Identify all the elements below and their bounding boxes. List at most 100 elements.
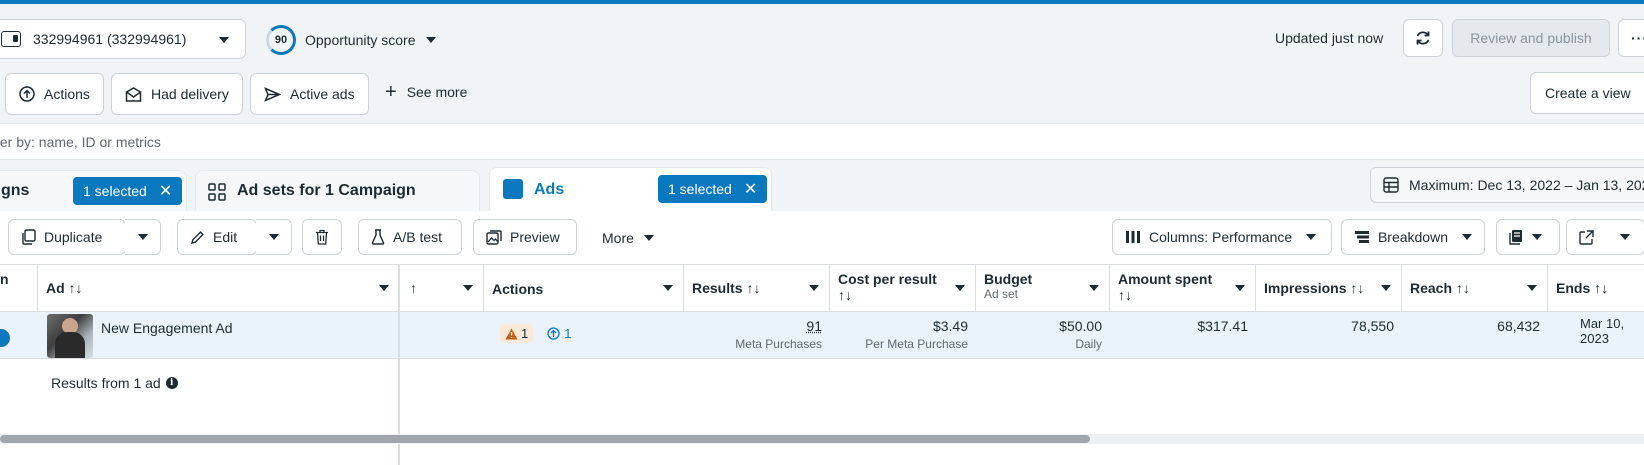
cell-cost-per-result: $3.49 Per Meta Purchase — [830, 312, 976, 358]
results-summary: Results from 1 ad i — [51, 375, 178, 391]
header-impressions-label: Impressions ↑↓ — [1264, 280, 1364, 296]
chevron-down-icon — [269, 234, 279, 240]
review-publish-button[interactable]: Review and publish — [1452, 19, 1610, 57]
reports-icon — [1509, 229, 1524, 245]
chevron-down-icon[interactable] — [1089, 285, 1099, 291]
more-actions-button[interactable]: More — [602, 230, 654, 246]
edit-button[interactable]: Edit — [177, 219, 257, 255]
date-range-picker[interactable]: Maximum: Dec 13, 2022 – Jan 13, 2023 — [1370, 167, 1644, 203]
score-ring: 90 — [266, 25, 296, 55]
warning-icon — [505, 328, 518, 340]
export-dropdown[interactable] — [1605, 219, 1644, 255]
breakdown-icon — [1354, 230, 1370, 244]
chevron-down-icon — [1620, 234, 1630, 240]
more-label: More — [602, 230, 634, 246]
updated-status: Updated just now — [1275, 30, 1383, 46]
chevron-down-icon — [1532, 234, 1542, 240]
header-results-label: Results ↑↓ — [692, 280, 760, 296]
header-reach-label: Reach ↑↓ — [1410, 280, 1470, 296]
cell-ends: Mar 10, 2023 — [1572, 312, 1644, 358]
grid-icon — [208, 183, 226, 201]
flask-icon — [371, 229, 385, 245]
action-badge[interactable]: 1 — [547, 326, 571, 341]
export-button[interactable] — [1566, 219, 1606, 255]
filter-chip-active-ads[interactable]: Active ads — [250, 73, 369, 115]
calendar-table-icon — [1383, 177, 1399, 193]
warning-badge[interactable]: 1 — [500, 324, 533, 343]
header-amount-label: Amount spent — [1118, 271, 1212, 287]
refresh-icon — [1414, 29, 1432, 47]
date-range-label: Maximum: Dec 13, 2022 – Jan 13, 2023 — [1409, 177, 1644, 193]
columns-button[interactable]: Columns: Performance — [1112, 219, 1332, 255]
delete-button[interactable] — [302, 219, 342, 255]
see-more-button[interactable]: + See more — [385, 82, 467, 102]
tab-campaigns-label: gns — [1, 182, 29, 200]
image-icon — [486, 230, 502, 245]
reports-button[interactable] — [1496, 219, 1560, 255]
actions-badges: 1 1 — [500, 324, 571, 343]
header-budget-label: Budget — [984, 271, 1032, 287]
chevron-down-icon[interactable] — [809, 285, 819, 291]
cell-amount-spent: $317.41 — [1110, 312, 1256, 358]
info-icon[interactable]: i — [166, 377, 178, 389]
tab-ads-label: Ads — [534, 181, 564, 199]
filter-chip-had-delivery[interactable]: Had delivery — [111, 73, 243, 115]
header-partial-col[interactable]: ↑ — [402, 265, 484, 311]
close-icon[interactable]: ✕ — [744, 179, 757, 199]
filter-chip-actions[interactable]: Actions — [5, 73, 104, 115]
opportunity-score[interactable]: 90 Opportunity score — [266, 25, 436, 55]
search-placeholder: ter by: name, ID or metrics — [0, 134, 161, 150]
edit-label: Edit — [213, 229, 237, 245]
duplicate-button[interactable]: Duplicate — [8, 219, 126, 255]
breakdown-label: Breakdown — [1378, 229, 1448, 245]
duplicate-dropdown[interactable] — [125, 219, 161, 255]
cell-budget[interactable]: $50.00 Daily — [976, 312, 1110, 358]
columns-icon — [1125, 230, 1141, 244]
chevron-down-icon — [1462, 234, 1472, 240]
chevron-down-icon — [644, 235, 654, 241]
more-options-button[interactable]: ··· — [1618, 19, 1644, 57]
ab-test-button[interactable]: A/B test — [358, 219, 462, 255]
header-cost-per-result[interactable]: Cost per result ↑↓ — [830, 265, 976, 311]
tab-adsets[interactable]: Ad sets for 1 Campaign — [195, 170, 480, 211]
horizontal-scrollbar-thumb[interactable] — [0, 435, 1090, 443]
chevron-down-icon — [219, 37, 229, 43]
chip-label: Had delivery — [151, 86, 229, 102]
create-view-button[interactable]: Create a view — [1530, 72, 1644, 114]
account-label: 332994961 (332994961) — [33, 31, 186, 47]
header-reach[interactable]: Reach ↑↓ — [1402, 265, 1548, 311]
header-actions-label: Actions — [492, 281, 543, 297]
pencil-icon — [190, 230, 205, 245]
chip-label: Actions — [44, 86, 90, 102]
header-ends-label: Ends ↑↓ — [1556, 280, 1608, 296]
edit-dropdown[interactable] — [256, 219, 292, 255]
chevron-down-icon[interactable] — [1381, 285, 1391, 291]
chevron-down-icon[interactable] — [1527, 285, 1537, 291]
columns-label: Columns: Performance — [1149, 229, 1292, 245]
breakdown-button[interactable]: Breakdown — [1341, 219, 1485, 255]
chevron-down-icon[interactable] — [955, 285, 965, 291]
preview-button[interactable]: Preview — [473, 219, 577, 255]
chevron-down-icon[interactable] — [1235, 285, 1245, 291]
selected-label: 1 selected — [83, 183, 147, 199]
account-icon — [1, 31, 21, 47]
see-more-label: See more — [407, 84, 468, 100]
close-icon[interactable]: ✕ — [159, 181, 172, 201]
header-actions[interactable]: Actions — [484, 265, 684, 311]
header-amount-spent[interactable]: Amount spent ↑↓ — [1110, 265, 1256, 311]
refresh-button[interactable] — [1403, 19, 1443, 57]
header-results[interactable]: Results ↑↓ — [684, 265, 830, 311]
campaigns-selected-pill[interactable]: 1 selected ✕ — [73, 177, 182, 205]
chevron-down-icon — [138, 234, 148, 240]
header-budget[interactable]: Budget Ad set — [976, 265, 1110, 311]
plus-icon: + — [385, 82, 397, 102]
header-ends[interactable]: Ends ↑↓ — [1548, 265, 1644, 311]
account-selector[interactable]: 332994961 (332994961) — [0, 19, 246, 59]
chevron-down-icon[interactable] — [463, 285, 473, 291]
header-cost-label: Cost per result — [838, 271, 937, 287]
ads-selected-pill[interactable]: 1 selected ✕ — [658, 175, 767, 203]
duplicate-icon — [21, 229, 36, 245]
header-impressions[interactable]: Impressions ↑↓ — [1256, 265, 1402, 311]
search-filter-input[interactable]: ter by: name, ID or metrics — [0, 123, 1644, 160]
chevron-down-icon[interactable] — [663, 285, 673, 291]
